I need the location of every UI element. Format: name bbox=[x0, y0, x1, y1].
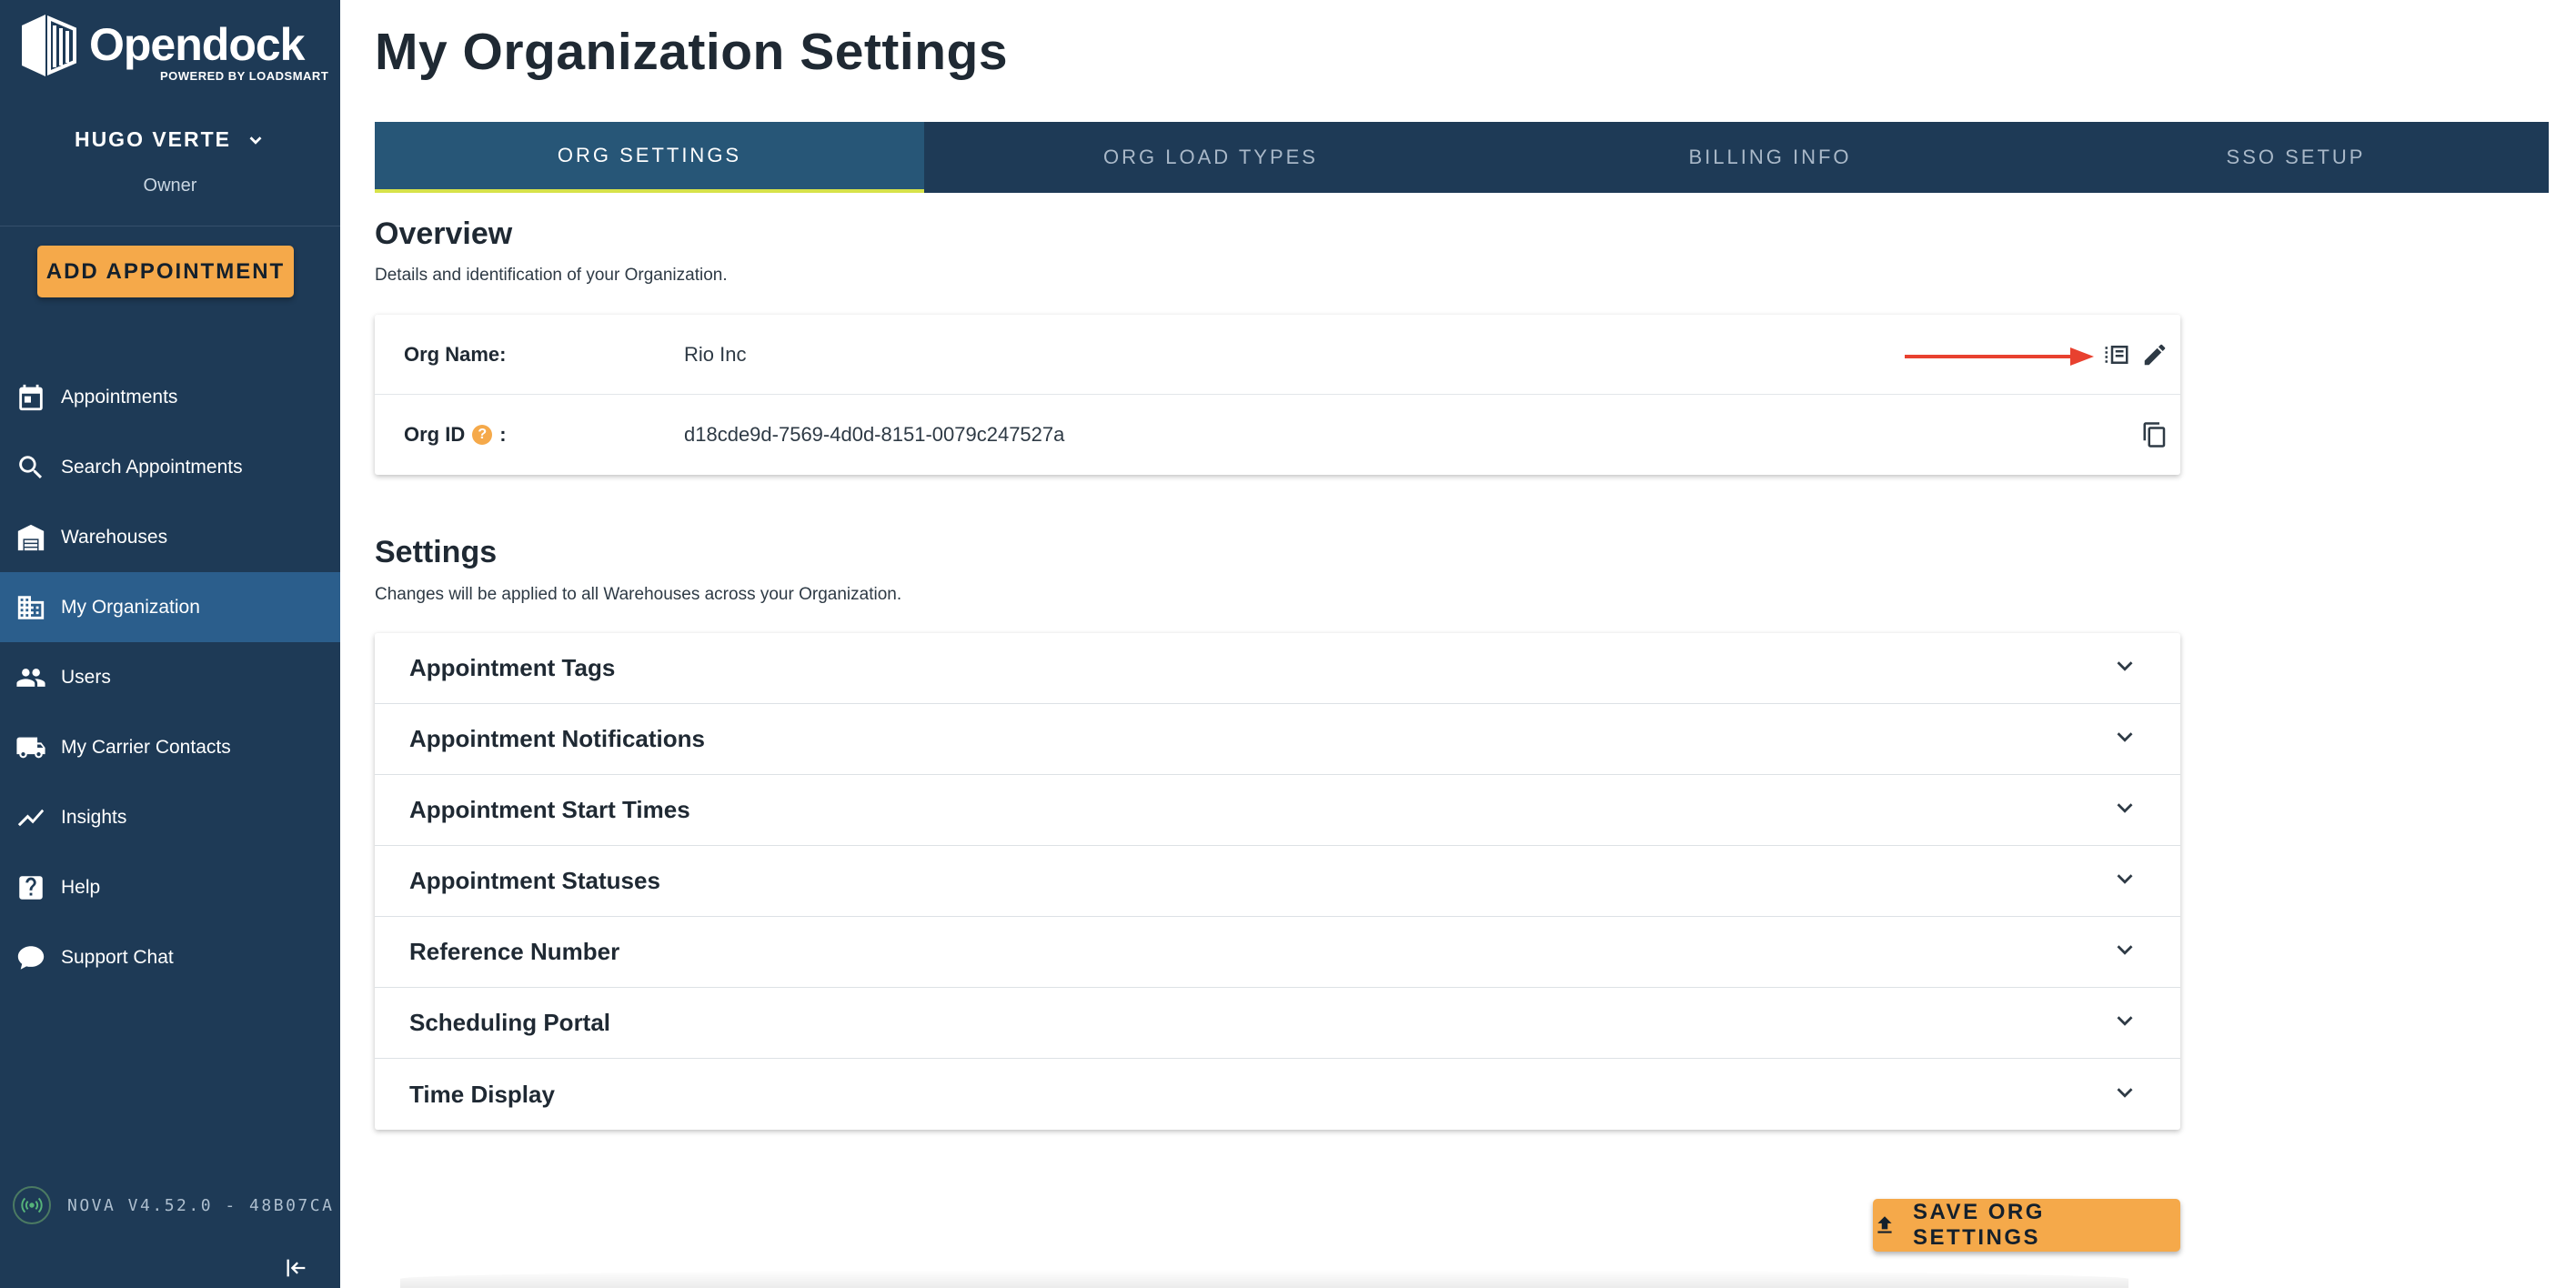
chevron-down-icon bbox=[2111, 723, 2138, 755]
settings-accordion: Appointment Tags Appointment Notificatio… bbox=[375, 633, 2180, 1130]
settings-title: Settings bbox=[375, 535, 498, 569]
accordion-scheduling-portal[interactable]: Scheduling Portal bbox=[375, 988, 2180, 1059]
chat-icon bbox=[15, 941, 47, 974]
sidebar: Opendock POWERED BY LOADSMART HUGO VERTE… bbox=[0, 0, 340, 1288]
chevron-down-icon bbox=[2111, 652, 2138, 684]
sidebar-item-label: Appointments bbox=[61, 386, 178, 408]
sidebar-nav: Appointments Search Appointments Warehou… bbox=[0, 362, 340, 992]
tab-sso-setup[interactable]: SSO SETUP bbox=[2043, 122, 2549, 193]
org-id-value: d18cde9d-7569-4d0d-8151-0079c247527a bbox=[684, 423, 1065, 446]
calendar-icon bbox=[15, 381, 47, 414]
accordion-appointment-tags[interactable]: Appointment Tags bbox=[375, 633, 2180, 704]
accordion-label: Appointment Notifications bbox=[409, 725, 705, 752]
accordion-label: Scheduling Portal bbox=[409, 1009, 611, 1036]
org-name-label: Org Name: bbox=[404, 342, 507, 366]
sidebar-item-appointments[interactable]: Appointments bbox=[0, 362, 340, 432]
accordion-label: Appointment Start Times bbox=[409, 796, 690, 823]
accordion-appointment-start-times[interactable]: Appointment Start Times bbox=[375, 775, 2180, 846]
brand-tagline: POWERED BY LOADSMART bbox=[160, 69, 329, 83]
opendock-logo-icon bbox=[22, 15, 76, 76]
warehouse-icon bbox=[15, 521, 47, 554]
help-icon bbox=[15, 871, 47, 904]
copy-icon bbox=[2143, 422, 2166, 448]
broadcast-icon bbox=[13, 1186, 51, 1224]
org-id-label-group: Org ID ? : bbox=[404, 423, 507, 447]
version-info: NOVA V4.52.0 - 48B07CA bbox=[13, 1186, 334, 1224]
save-button-label: SAVE ORG SETTINGS bbox=[1913, 1200, 2045, 1250]
sidebar-item-label: Support Chat bbox=[61, 946, 174, 968]
collapse-left-icon bbox=[287, 1259, 306, 1277]
accordion-appointment-statuses[interactable]: Appointment Statuses bbox=[375, 846, 2180, 917]
collapse-sidebar-button[interactable] bbox=[284, 1255, 309, 1281]
chart-line-icon bbox=[15, 801, 47, 834]
sidebar-item-insights[interactable]: Insights bbox=[0, 782, 340, 852]
page-title: My Organization Settings bbox=[375, 23, 1009, 81]
chevron-down-icon bbox=[2111, 936, 2138, 968]
list-details-icon bbox=[2105, 345, 2128, 364]
overview-title: Overview bbox=[375, 216, 513, 251]
tab-org-load-types[interactable]: ORG LOAD TYPES bbox=[924, 122, 1497, 193]
accordion-label: Reference Number bbox=[409, 938, 620, 965]
chevron-down-icon bbox=[2111, 1079, 2138, 1111]
settings-tabs: ORG SETTINGS ORG LOAD TYPES BILLING INFO… bbox=[375, 122, 2549, 193]
annotation-arrow-icon bbox=[1905, 347, 2094, 366]
user-name: HUGO VERTE bbox=[74, 127, 232, 151]
bottom-shadow bbox=[400, 1270, 2128, 1288]
sidebar-item-label: My Carrier Contacts bbox=[61, 736, 231, 758]
sidebar-item-help[interactable]: Help bbox=[0, 852, 340, 922]
truck-icon bbox=[15, 731, 47, 764]
pencil-icon bbox=[2144, 344, 2166, 365]
edit-org-name-button[interactable] bbox=[2139, 339, 2170, 370]
overview-description: Details and identification of your Organ… bbox=[375, 266, 728, 285]
chevron-down-icon bbox=[2111, 794, 2138, 826]
building-icon bbox=[15, 591, 47, 624]
accordion-reference-number[interactable]: Reference Number bbox=[375, 917, 2180, 988]
upload-icon bbox=[1877, 1216, 1892, 1233]
help-tooltip-icon[interactable]: ? bbox=[472, 425, 493, 445]
tab-org-settings[interactable]: ORG SETTINGS bbox=[375, 122, 924, 193]
accordion-label: Appointment Tags bbox=[409, 654, 616, 681]
accordion-label: Appointment Statuses bbox=[409, 867, 660, 894]
chevron-down-icon bbox=[249, 136, 262, 145]
sidebar-item-label: My Organization bbox=[61, 596, 200, 618]
version-text: NOVA V4.52.0 - 48B07CA bbox=[67, 1195, 335, 1215]
sidebar-item-label: Warehouses bbox=[61, 526, 168, 548]
accordion-label: Time Display bbox=[409, 1080, 555, 1108]
chevron-down-icon bbox=[2111, 1007, 2138, 1039]
add-appointment-button[interactable]: ADD APPOINTMENT bbox=[37, 246, 294, 297]
save-org-settings-button[interactable]: SAVE ORG SETTINGS bbox=[1873, 1199, 2180, 1252]
org-id-label: Org ID bbox=[404, 423, 466, 446]
org-id-row: Org ID ? : d18cde9d-7569-4d0d-8151-0079c… bbox=[375, 395, 2180, 475]
user-menu-toggle[interactable]: HUGO VERTE bbox=[75, 127, 266, 152]
search-icon bbox=[15, 451, 47, 484]
sidebar-item-label: Search Appointments bbox=[61, 456, 243, 478]
sidebar-item-label: Help bbox=[61, 876, 101, 898]
brand-name: Opendock bbox=[89, 19, 305, 70]
sidebar-item-warehouses[interactable]: Warehouses bbox=[0, 502, 340, 572]
user-role: Owner bbox=[143, 176, 197, 196]
sidebar-item-users[interactable]: Users bbox=[0, 642, 340, 712]
user-block: HUGO VERTE Owner bbox=[0, 127, 340, 196]
org-id-colon: : bbox=[499, 423, 507, 446]
users-icon bbox=[15, 661, 47, 694]
audit-log-button[interactable] bbox=[2101, 339, 2132, 370]
opendock-logo[interactable]: Opendock POWERED BY LOADSMART bbox=[18, 13, 329, 83]
overview-card: Org Name: Rio Inc Org ID ? : d18cde9d-75… bbox=[375, 315, 2180, 475]
sidebar-item-my-carrier-contacts[interactable]: My Carrier Contacts bbox=[0, 712, 340, 782]
settings-description: Changes will be applied to all Warehouse… bbox=[375, 585, 902, 604]
sidebar-item-my-organization[interactable]: My Organization bbox=[0, 572, 340, 642]
sidebar-item-label: Insights bbox=[61, 806, 127, 828]
accordion-appointment-notifications[interactable]: Appointment Notifications bbox=[375, 704, 2180, 775]
org-name-value: Rio Inc bbox=[684, 342, 747, 366]
tab-billing-info[interactable]: BILLING INFO bbox=[1497, 122, 2043, 193]
chevron-down-icon bbox=[2111, 865, 2138, 897]
sidebar-item-label: Users bbox=[61, 666, 111, 688]
sidebar-item-search-appointments[interactable]: Search Appointments bbox=[0, 432, 340, 502]
sidebar-item-support-chat[interactable]: Support Chat bbox=[0, 922, 340, 992]
accordion-time-display[interactable]: Time Display bbox=[375, 1059, 2180, 1130]
copy-org-id-button[interactable] bbox=[2139, 419, 2170, 450]
